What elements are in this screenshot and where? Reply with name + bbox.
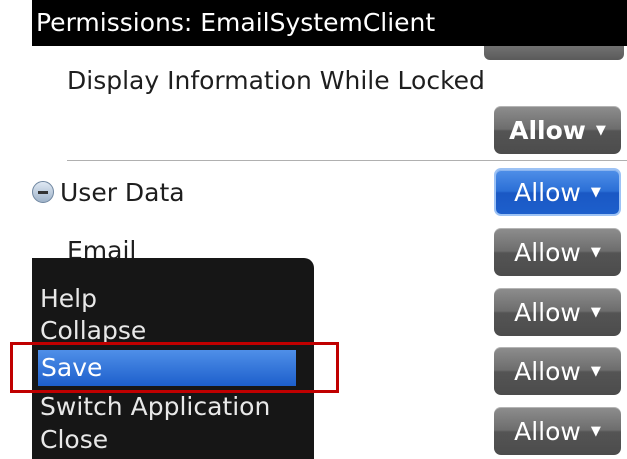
menu-item-help[interactable]: Help: [40, 284, 97, 313]
dropdown-value: Allow: [514, 237, 581, 267]
dropdown-value: Allow: [514, 177, 581, 207]
dropdown-value: Allow: [514, 416, 581, 446]
menu-item-close[interactable]: Close: [40, 425, 108, 454]
caret-down-icon: ▼: [590, 244, 601, 260]
label-display-information-while-locked: Display Information While Locked: [67, 66, 485, 95]
title-text: Permissions: EmailSystemClient: [36, 8, 436, 37]
dropdown-value: Allow: [514, 297, 581, 327]
allow-dropdown-row-5[interactable]: Allow ▼: [494, 347, 621, 395]
menu-item-switch-application[interactable]: Switch Application: [40, 392, 270, 421]
allow-dropdown-row-4[interactable]: Allow ▼: [494, 288, 621, 336]
title-bar: Permissions: EmailSystemClient: [32, 0, 627, 46]
section-divider: [67, 160, 627, 161]
allow-dropdown-email[interactable]: Allow ▼: [494, 228, 621, 276]
caret-down-icon: ▼: [590, 184, 601, 200]
caret-down-icon: ▼: [590, 363, 601, 379]
caret-down-icon: ▼: [590, 304, 601, 320]
menu-item-collapse[interactable]: Collapse: [40, 316, 146, 345]
dropdown-value: Allow: [509, 115, 586, 145]
collapse-minus-icon[interactable]: [32, 181, 54, 203]
caret-down-icon: ▼: [595, 122, 606, 138]
caret-down-icon: ▼: [590, 423, 601, 439]
allow-dropdown-user-data[interactable]: Allow ▼: [494, 168, 621, 216]
highlight-annotation-box: [10, 342, 339, 393]
allow-dropdown-row-6[interactable]: Allow ▼: [494, 407, 621, 455]
label-user-data: User Data: [60, 178, 185, 207]
dropdown-value: Allow: [514, 356, 581, 386]
allow-dropdown-display-info[interactable]: Allow ▼: [494, 106, 621, 154]
